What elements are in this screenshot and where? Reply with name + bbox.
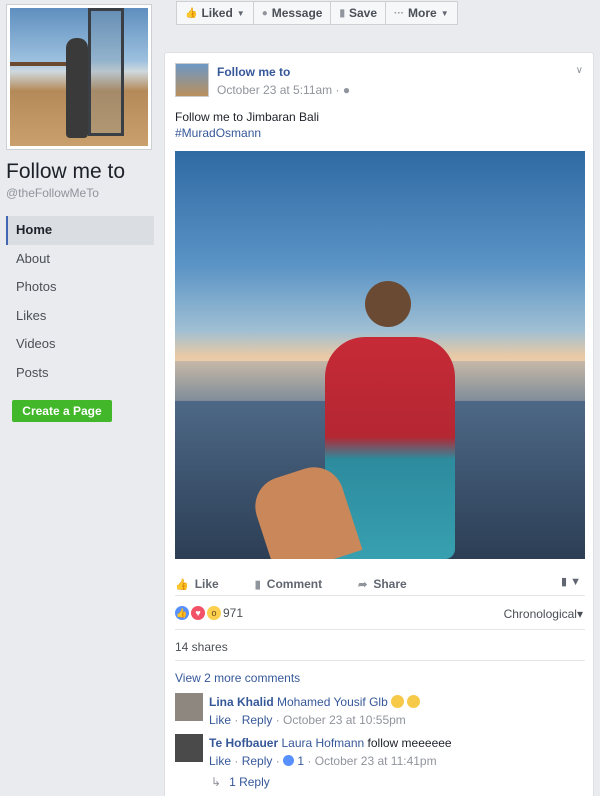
view-more-comments-link[interactable]: View 2 more comments (175, 671, 300, 685)
post-author-avatar[interactable] (175, 63, 209, 97)
page-handle[interactable]: @theFollowMeTo (6, 186, 99, 200)
comment-like-count[interactable]: 1 (297, 754, 304, 768)
comment-time[interactable]: October 23 at 10:55pm (283, 713, 406, 727)
reaction-summary[interactable]: 👍 ♥ o 971 (175, 606, 243, 620)
replies-label: 1 Reply (229, 775, 270, 789)
comment-body: Lina Khalid Mohamed Yousif Glb Like · Re… (209, 693, 421, 729)
share-arrow-icon: ➦ (358, 578, 368, 591)
more-label: More (408, 6, 437, 20)
post-text: Follow me to Jimbaran Bali #MuradOsmann (175, 109, 319, 141)
thumbs-up-icon: 👍 (175, 578, 189, 591)
share-action-label: Share (373, 577, 407, 591)
profile-photo-image (10, 8, 148, 146)
page-action-bar: 👍 Liked ▼ ● Message ▮ Save ··· More ▼ (176, 1, 458, 25)
commenter-name[interactable]: Lina Khalid (209, 695, 274, 709)
nav-item-videos[interactable]: Videos (6, 330, 154, 359)
tagged-user[interactable]: Mohamed Yousif Glb (277, 695, 388, 709)
photo-mirror-frame (88, 8, 124, 136)
comment-action-label: Comment (266, 577, 323, 591)
nav-item-about[interactable]: About (6, 245, 154, 274)
left-sidebar: Follow me to @theFollowMeTo Home About P… (0, 0, 160, 796)
post-caption: Follow me to Jimbaran Bali (175, 110, 320, 124)
post-actions: 👍 Like ▮ Comment ➦ Share ▮ ▼ (175, 573, 585, 595)
save-label: Save (348, 6, 378, 20)
tagged-user[interactable]: Laura Hofmann (281, 736, 364, 750)
post-photo[interactable] (175, 151, 585, 559)
page-nav: Home About Photos Likes Videos Posts (6, 216, 154, 388)
commenter-avatar[interactable] (175, 693, 203, 721)
comment-like-link[interactable]: Like (209, 754, 231, 768)
liked-button[interactable]: 👍 Liked ▼ (176, 1, 254, 25)
page-title[interactable]: Follow me to (6, 160, 125, 184)
comment-like-link[interactable]: Like (209, 713, 231, 727)
profile-picture[interactable] (6, 4, 152, 150)
comment-reply-link[interactable]: Reply (242, 754, 273, 768)
comment-bubble-icon: ▮ (254, 578, 261, 591)
create-page-button[interactable]: Create a Page (12, 400, 112, 422)
more-button[interactable]: ··· More ▼ (385, 1, 458, 25)
caret-down-icon: ▼ (570, 576, 581, 588)
thumbs-up-icon: 👍 (185, 7, 198, 19)
comment-time[interactable]: October 23 at 11:41pm (315, 754, 437, 768)
comment-order-label: Chronological (503, 607, 577, 621)
commenter-name[interactable]: Te Hofbauer (209, 736, 278, 750)
caret-down-icon: ▼ (440, 8, 449, 18)
bookmark-icon: ▮ (339, 7, 345, 19)
nav-item-posts[interactable]: Posts (6, 359, 154, 388)
smile-emoji-icon (391, 695, 405, 708)
comment-text: follow meeeeee (367, 736, 452, 750)
comment-meta: Like · Reply · October 23 at 10:55pm (209, 713, 406, 727)
commenter-avatar[interactable] (175, 734, 203, 762)
message-button[interactable]: ● Message (252, 1, 332, 25)
photo-woman-head (365, 281, 411, 327)
message-label: Message (271, 6, 323, 20)
share-action-button[interactable]: ➦ Share (358, 577, 407, 591)
reaction-count: 971 (223, 606, 244, 620)
shares-count[interactable]: 14 shares (175, 640, 228, 654)
post-time-text[interactable]: October 23 at 5:11am (217, 83, 332, 97)
post-card: Follow me to October 23 at 5:11am · ● ∨ … (164, 52, 594, 796)
divider (175, 595, 585, 596)
divider (175, 660, 585, 661)
smile-emoji-icon (407, 695, 421, 708)
nav-item-photos[interactable]: Photos (6, 273, 154, 302)
post-timestamp[interactable]: October 23 at 5:11am · ● (217, 83, 350, 97)
page-avatar-icon: ▮ (560, 576, 568, 588)
divider (175, 629, 585, 630)
post-as-selector[interactable]: ▮ ▼ (561, 575, 581, 588)
save-button[interactable]: ▮ Save (330, 1, 387, 25)
comment-action-button[interactable]: ▮ Comment (255, 577, 322, 591)
love-reaction-icon: ♥ (191, 606, 205, 620)
ellipsis-icon: ··· (394, 7, 405, 19)
comment-body: Te Hofbauer Laura Hofmann follow meeeeee… (209, 734, 452, 770)
post-hashtag[interactable]: #MuradOsmann (175, 125, 319, 141)
caret-down-icon: ▼ (236, 8, 245, 18)
comment-reply-link[interactable]: Reply (242, 713, 273, 727)
like-action-label: Like (194, 577, 219, 591)
message-bubble-icon: ● (261, 7, 268, 19)
like-action-button[interactable]: 👍 Like (175, 577, 219, 591)
comment-meta: Like · Reply · 1 · October 23 at 11:41pm (209, 754, 437, 768)
nav-item-home[interactable]: Home (6, 216, 154, 245)
nav-item-likes[interactable]: Likes (6, 302, 154, 331)
liked-label: Liked (201, 6, 233, 20)
like-count-icon (283, 755, 295, 766)
reply-arrow-icon: ↳ (211, 775, 222, 789)
view-replies-link[interactable]: ↳ 1 Reply (211, 775, 270, 789)
caret-down-icon: ▾ (576, 607, 583, 621)
photo-person (66, 38, 88, 138)
comment-order-dropdown[interactable]: Chronological▾ (504, 607, 583, 621)
globe-icon: · ● (335, 83, 351, 97)
post-options-chevron-icon[interactable]: ∨ (576, 65, 583, 76)
post-author-name[interactable]: Follow me to (217, 65, 290, 79)
like-reaction-icon: 👍 (175, 606, 189, 620)
wow-reaction-icon: o (207, 606, 221, 620)
